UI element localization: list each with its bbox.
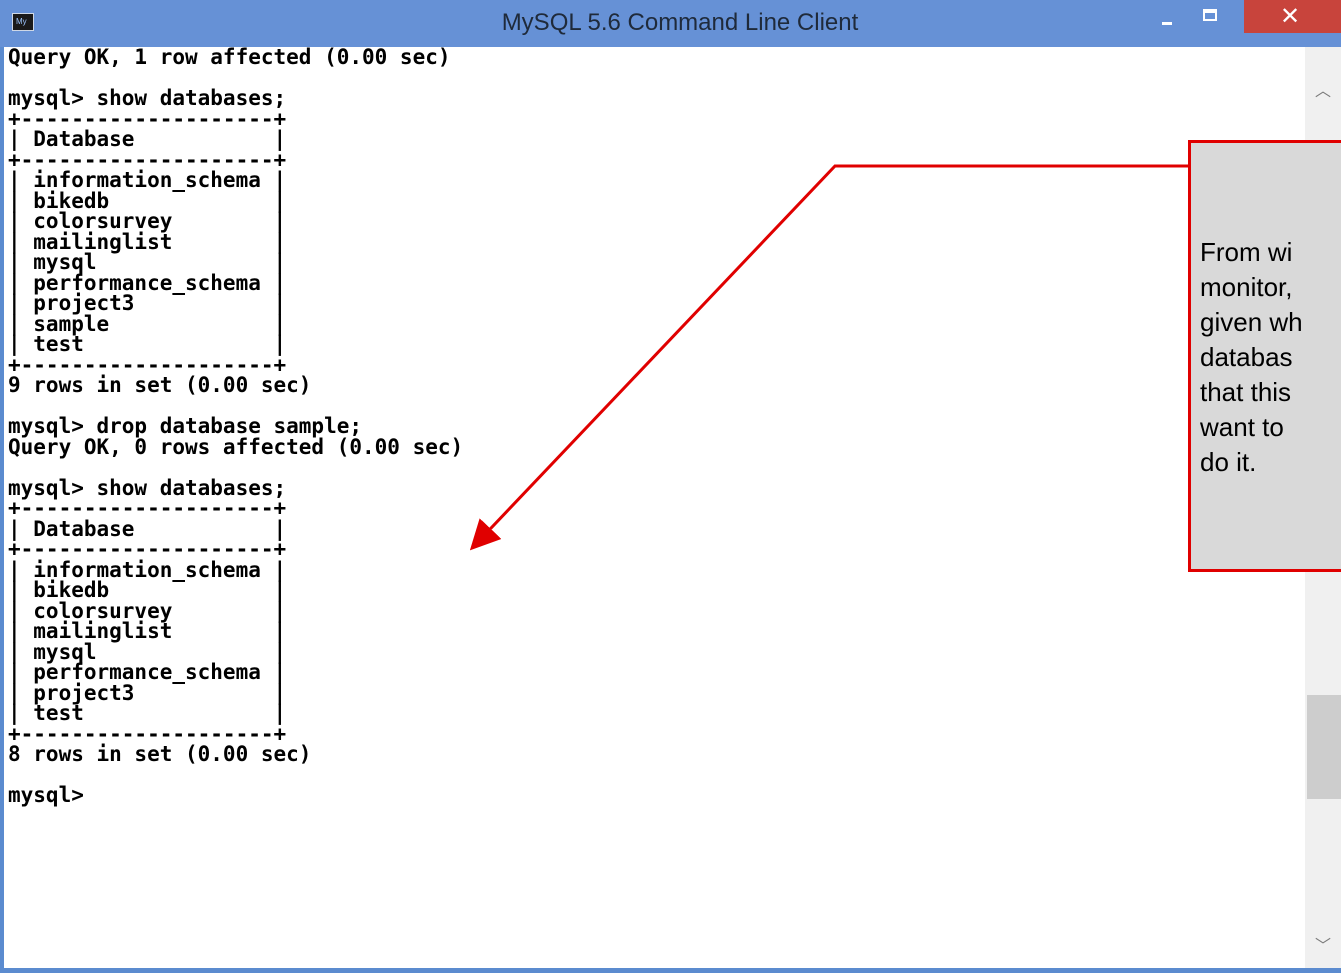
arrow-line [469, 164, 1188, 551]
annotation-arrow [469, 164, 1188, 551]
